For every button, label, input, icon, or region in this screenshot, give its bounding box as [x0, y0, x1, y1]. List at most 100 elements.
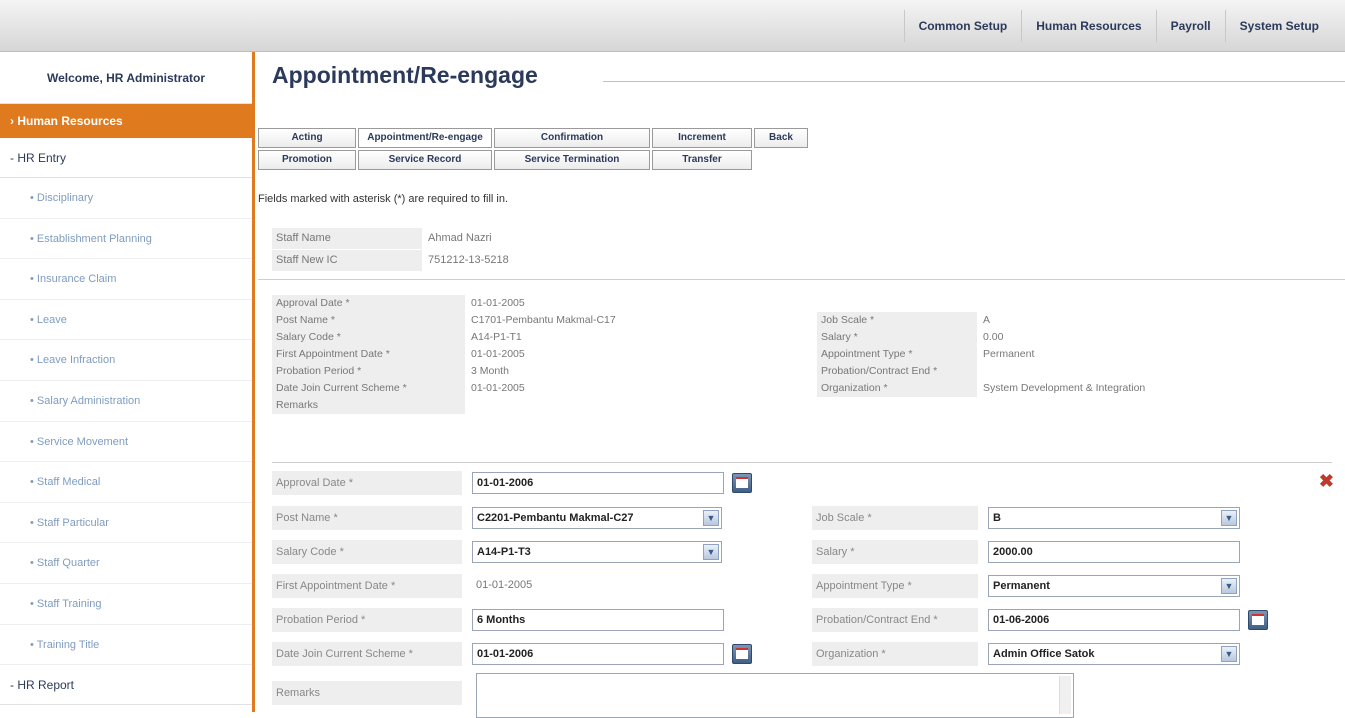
calendar-icon[interactable] [732, 473, 752, 493]
read-remarks-label: Remarks [272, 397, 465, 414]
job-scale-label: Job Scale * [812, 506, 978, 530]
chevron-down-icon[interactable]: ▼ [703, 510, 719, 526]
sidebar-item-label: Establishment Planning [36, 232, 152, 245]
tab-back[interactable]: Back [754, 128, 808, 148]
sidebar-item-leave[interactable]: • Leave [0, 300, 252, 341]
calendar-icon[interactable] [1248, 610, 1268, 630]
read-approval-date-label: Approval Date * [272, 295, 465, 312]
sidebar-item-label: Staff Particular [36, 516, 109, 529]
salary-label: Salary * [812, 540, 978, 564]
salary-field[interactable]: 2000.00 [988, 541, 1240, 563]
edit-form: ✖ Approval Date * 01-01-2006 Post Name *… [272, 462, 1334, 718]
read-organization: System Development & Integration [983, 382, 1146, 394]
chevron-down-icon[interactable]: ▼ [1221, 646, 1237, 662]
read-probation: 3 Month [471, 365, 509, 377]
sidebar-item-service-movement[interactable]: • Service Movement [0, 422, 252, 463]
sidebar-item-staff-quarter[interactable]: • Staff Quarter [0, 543, 252, 584]
read-appointment-type-label: Appointment Type * [817, 346, 977, 363]
staff-ic-label: Staff New IC [272, 250, 422, 271]
read-salary: 0.00 [983, 331, 1004, 343]
section-divider [258, 279, 1345, 280]
chevron-down-icon[interactable]: ▼ [1221, 578, 1237, 594]
sidebar-item-label: Training Title [36, 638, 100, 651]
read-job-scale: A [983, 314, 991, 326]
sidebar-item-staff-training[interactable]: • Staff Training [0, 584, 252, 625]
nav-common-setup[interactable]: Common Setup [903, 10, 1022, 42]
top-nav: Common Setup Human Resources Payroll Sys… [903, 10, 1333, 42]
sidebar-item-insurance-claim[interactable]: • Insurance Claim [0, 259, 252, 300]
chevron-down-icon[interactable]: ▼ [703, 544, 719, 560]
post-name-value: C2201-Pembantu Makmal-C27 [477, 512, 634, 524]
sidebar-item-leave-infraction[interactable]: • Leave Infraction [0, 340, 252, 381]
tab-acting[interactable]: Acting [258, 128, 356, 148]
tab-bar: Acting Appointment/Re-engage Confirmatio… [258, 128, 810, 172]
probation-end-label: Probation/Contract End * [812, 608, 978, 632]
sidebar-item-label: Leave Infraction [36, 354, 116, 367]
chevron-down-icon[interactable]: ▼ [1221, 510, 1237, 526]
read-post-name-label: Post Name * [272, 312, 465, 329]
date-join-field[interactable]: 01-01-2006 [472, 643, 724, 665]
probation-end-field[interactable]: 01-06-2006 [988, 609, 1240, 631]
sidebar-item-label: Staff Medical [36, 476, 101, 489]
sidebar-item-label: Disciplinary [36, 192, 94, 204]
tab-appointment-re-engage[interactable]: Appointment/Re-engage [358, 128, 492, 148]
sidebar-item-establishment-planning[interactable]: • Establishment Planning [0, 219, 252, 260]
close-icon[interactable]: ✖ [1319, 471, 1334, 492]
tab-service-termination[interactable]: Service Termination [494, 150, 650, 170]
sidebar-section-human-resources[interactable]: › Human Resources [0, 104, 252, 138]
read-job-scale-label: Job Scale * [817, 312, 977, 329]
tab-promotion[interactable]: Promotion [258, 150, 356, 170]
appointment-type-select[interactable]: Permanent ▼ [988, 575, 1240, 597]
scrollbar[interactable] [1059, 676, 1071, 714]
remarks-textarea[interactable] [476, 673, 1074, 718]
read-date-join-label: Date Join Current Scheme * [272, 380, 465, 397]
sidebar-hr-entry[interactable]: - HR Entry [0, 138, 252, 178]
first-appointment-value: 01-01-2005 [472, 575, 722, 597]
probation-period-field[interactable]: 6 Months [472, 609, 724, 631]
top-bar: Common Setup Human Resources Payroll Sys… [0, 0, 1345, 52]
sidebar-item-label: Salary Administration [36, 394, 141, 407]
read-salary-label: Salary * [817, 329, 977, 346]
nav-system-setup[interactable]: System Setup [1224, 10, 1333, 42]
remarks-label: Remarks [272, 681, 462, 705]
read-probation-label: Probation Period * [272, 363, 465, 380]
salary-code-value: A14-P1-T3 [477, 546, 531, 558]
tab-service-record[interactable]: Service Record [358, 150, 492, 170]
organization-value: Admin Office Satok [993, 648, 1095, 660]
tab-transfer[interactable]: Transfer [652, 150, 752, 170]
sidebar-item-training-title[interactable]: • Training Title [0, 625, 252, 666]
job-scale-value: B [993, 512, 1001, 524]
organization-select[interactable]: Admin Office Satok ▼ [988, 643, 1240, 665]
staff-ic-value: 751212-13-5218 [428, 254, 509, 266]
nav-human-resources[interactable]: Human Resources [1021, 10, 1155, 42]
approval-date-field[interactable]: 01-01-2006 [472, 472, 724, 494]
probation-period-label: Probation Period * [272, 608, 462, 632]
appointment-type-label: Appointment Type * [812, 574, 978, 598]
tab-increment[interactable]: Increment [652, 128, 752, 148]
job-scale-select[interactable]: B ▼ [988, 507, 1240, 529]
read-post-name: C1701-Pembantu Makmal-C17 [471, 314, 616, 326]
sidebar-item-staff-particular[interactable]: • Staff Particular [0, 503, 252, 544]
staff-name-value: Ahmad Nazri [428, 232, 492, 244]
date-join-label: Date Join Current Scheme * [272, 642, 462, 666]
salary-code-select[interactable]: A14-P1-T3 ▼ [472, 541, 722, 563]
read-probation-end-label: Probation/Contract End * [817, 363, 977, 380]
sidebar: Welcome, HR Administrator › Human Resour… [0, 52, 255, 712]
title-divider [603, 81, 1345, 82]
post-name-select[interactable]: C2201-Pembantu Makmal-C27 ▼ [472, 507, 722, 529]
sidebar-hr-report[interactable]: - HR Report [0, 665, 252, 706]
approval-date-label: Approval Date * [272, 471, 462, 495]
nav-payroll[interactable]: Payroll [1155, 10, 1225, 42]
read-appointment-type: Permanent [983, 348, 1035, 360]
calendar-icon[interactable] [732, 644, 752, 664]
sidebar-section-label: Human Resources [17, 114, 123, 128]
tab-confirmation[interactable]: Confirmation [494, 128, 650, 148]
read-first-appointment: 01-01-2005 [471, 348, 525, 360]
staff-info: Staff Name Ahmad Nazri Staff New IC 7512… [272, 228, 509, 272]
sidebar-item-staff-medical[interactable]: • Staff Medical [0, 462, 252, 503]
sidebar-item-label: Insurance Claim [36, 273, 117, 286]
sidebar-item-salary-administration[interactable]: • Salary Administration [0, 381, 252, 422]
read-approval-date: 01-01-2005 [471, 297, 525, 309]
sidebar-item-disciplinary[interactable]: • Disciplinary [0, 178, 252, 219]
staff-name-label: Staff Name [272, 228, 422, 249]
